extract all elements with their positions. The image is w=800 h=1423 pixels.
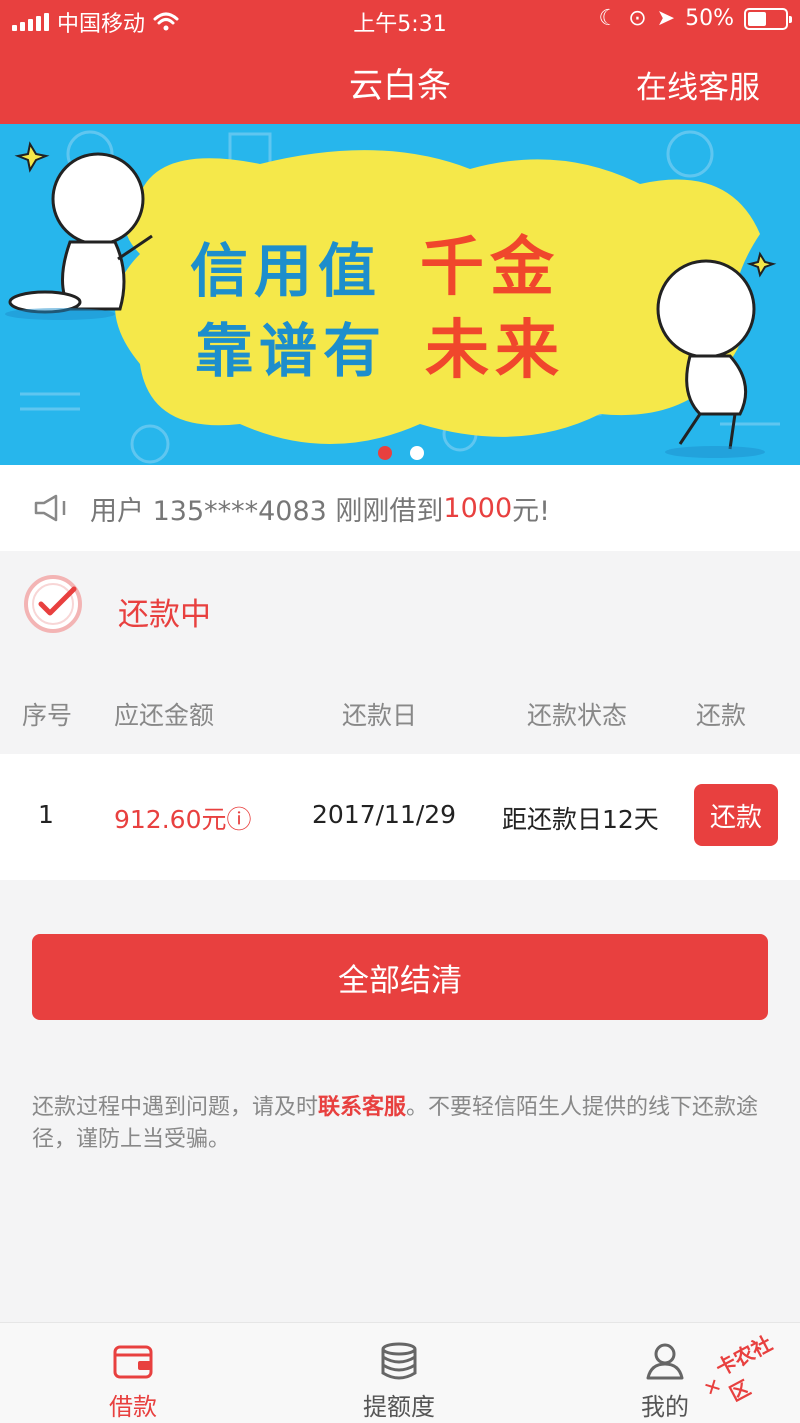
header-status: 还款状态: [527, 701, 628, 730]
database-icon: [381, 1342, 417, 1380]
banner-line2-blue: 靠谱有: [195, 317, 388, 385]
pagination-dot-1[interactable]: [378, 446, 392, 460]
table-header: 序号 应还金额 还款日 还款状态 还款: [0, 664, 800, 754]
navbar: 云白条 在线客服: [0, 40, 800, 124]
announcement-prefix: 用户 135****4083 刚刚借到: [90, 495, 444, 527]
repayment-status-label: 还款中: [118, 597, 211, 633]
tab-borrow[interactable]: 借款: [0, 1323, 266, 1423]
wallet-icon: [113, 1345, 153, 1379]
app-header: 中国移动 上午5:31 ☾ ⊙ ➤ 50% 云白条 在线客服: [0, 0, 800, 124]
tab-mine-label: 我的: [641, 1393, 689, 1421]
banner-line1-blue: 信用值: [190, 237, 383, 305]
announcement-suffix: 元!: [512, 495, 550, 527]
row-amount[interactable]: 912.60元ⓘ: [114, 800, 251, 836]
row-status: 距还款日12天: [502, 805, 659, 834]
tab-raise-limit-label: 提额度: [363, 1393, 435, 1421]
battery-icon: [744, 7, 792, 30]
header-action: 还款: [696, 701, 747, 730]
header-due-date: 还款日: [342, 701, 418, 730]
check-circle-icon: [24, 575, 82, 633]
banner-pagination[interactable]: [378, 446, 424, 460]
row-index: 1: [38, 800, 54, 829]
speaker-icon: [34, 494, 66, 522]
repay-button[interactable]: 还款: [694, 784, 778, 846]
promo-banner[interactable]: 信用值 千金 靠谱有 未来: [0, 124, 800, 465]
online-service-button[interactable]: 在线客服: [636, 62, 760, 107]
tip-text-before: 还款过程中遇到问题，请及时: [32, 1095, 319, 1120]
tab-raise-limit[interactable]: 提额度: [266, 1323, 532, 1423]
table-row: 1 912.60元ⓘ 2017/11/29 距还款日12天 还款: [0, 754, 800, 880]
banner-line1-red: 千金: [420, 231, 560, 305]
banner-illustration: [5, 130, 780, 464]
row-due-date: 2017/11/29: [312, 800, 457, 829]
user-icon: [646, 1343, 684, 1380]
announcement-amount: 1000: [443, 492, 513, 524]
pagination-dot-2[interactable]: [410, 446, 424, 460]
header-amount: 应还金额: [114, 701, 215, 730]
moon-icon: ☾: [598, 6, 619, 31]
banner-line2-red: 未来: [425, 314, 565, 388]
tab-borrow-label: 借款: [109, 1393, 157, 1421]
rotation-lock-icon: ⊙: [628, 6, 647, 31]
contact-service-link[interactable]: 联系客服: [318, 1095, 406, 1120]
location-icon: ➤: [656, 6, 676, 31]
status-bar: 中国移动 上午5:31 ☾ ⊙ ➤ 50%: [0, 0, 800, 40]
announcement-bar: 用户 135****4083 刚刚借到 1000 元!: [0, 465, 800, 551]
battery-percent: 50%: [685, 6, 734, 31]
repayment-status: 还款中: [0, 551, 800, 657]
repayment-tip: 还款过程中遇到问题，请及时联系客服。不要轻信陌生人提供的线下还款途径，谨防上当受…: [32, 1092, 768, 1156]
header-index: 序号: [22, 701, 73, 730]
tab-bar: 借款 提额度 我的: [0, 1322, 800, 1423]
settle-all-button[interactable]: 全部结清: [32, 934, 768, 1020]
